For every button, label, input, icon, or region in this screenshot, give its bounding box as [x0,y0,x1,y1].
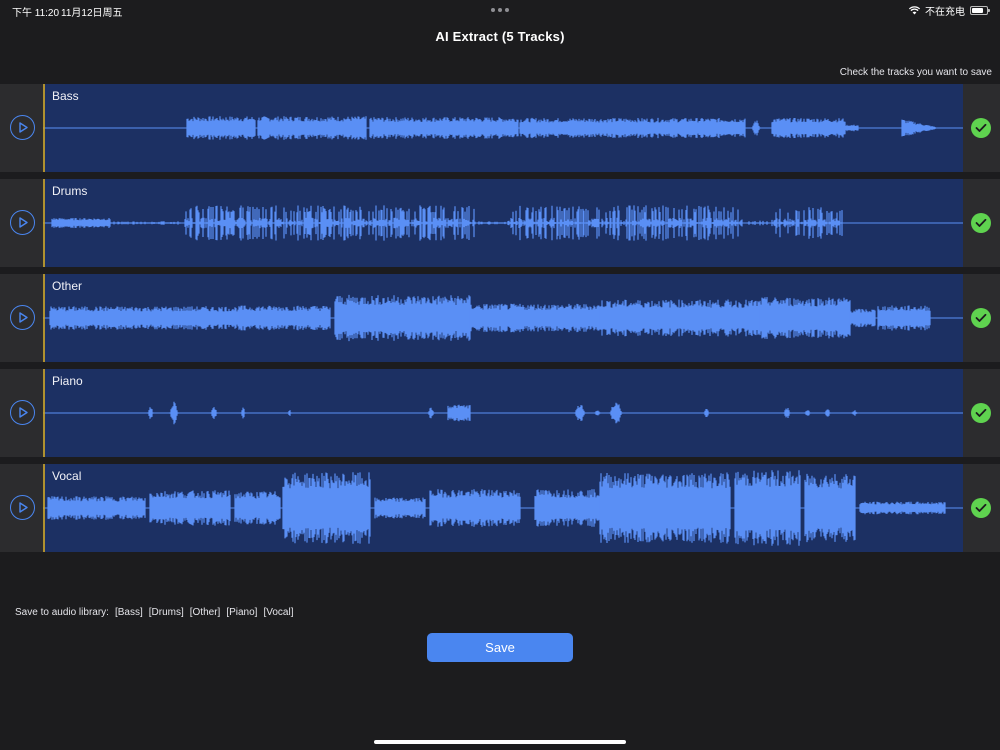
play-icon[interactable] [10,115,35,140]
page-title: AI Extract (5 Tracks) [435,29,565,44]
play-icon[interactable] [10,210,35,235]
checkmark-icon[interactable] [971,213,991,233]
battery-icon [970,6,990,15]
playhead[interactable] [43,179,45,267]
status-date: 11月12日周五 [61,8,123,19]
multitask-dots-icon[interactable] [491,8,509,12]
waveform-area[interactable] [43,274,963,362]
wifi-icon [909,6,920,15]
save-library-item-other: [Other] [189,607,221,618]
playhead[interactable] [43,464,45,552]
play-icon[interactable] [10,305,35,330]
checkmark-icon[interactable] [971,308,991,328]
status-time: 下午 11:20 [12,8,60,19]
save-hint: Check the tracks you want to save [839,67,992,78]
save-button[interactable]: Save [427,633,573,662]
checkmark-icon[interactable] [971,403,991,423]
waveform-area[interactable] [43,464,963,552]
checkmark-icon[interactable] [971,118,991,138]
save-library-item-bass: [Bass] [114,607,143,618]
status-right: 不在充电 [909,3,990,18]
waveform-area[interactable] [43,84,963,172]
playhead[interactable] [43,369,45,457]
track-row-drums: Drums [0,179,1000,267]
play-icon[interactable] [10,495,35,520]
track-row-piano: Piano [0,369,1000,457]
save-library-item-drums: [Drums] [148,607,184,618]
status-bar: 下午 11:20 11月12日周五 不在充电 [0,0,1000,20]
track-label: Bass [52,89,79,103]
waveform-area[interactable] [43,369,963,457]
track-row-vocal: Vocal [0,464,1000,552]
save-library-summary: Save to audio library: [Bass] [Drums] [O… [15,607,294,618]
playhead[interactable] [43,274,45,362]
track-label: Piano [52,374,83,388]
charging-status: 不在充电 [925,7,965,18]
waveform [43,294,963,342]
playhead[interactable] [43,84,45,172]
track-row-bass: Bass [0,84,1000,172]
play-icon[interactable] [10,400,35,425]
battery-fill [972,8,984,13]
waveform [43,205,963,241]
track-label: Drums [52,184,88,198]
track-row-other: Other [0,274,1000,362]
save-library-item-vocal: [Vocal] [263,607,294,618]
waveform-area[interactable] [43,179,963,267]
home-indicator[interactable] [374,740,626,744]
checkmark-icon[interactable] [971,498,991,518]
track-label: Other [52,279,83,293]
waveform [43,470,963,546]
track-label: Vocal [52,469,82,483]
waveform [43,116,963,140]
save-library-prefix: Save to audio library: [15,607,109,618]
save-library-item-piano: [Piano] [226,607,258,618]
waveform [43,401,963,425]
